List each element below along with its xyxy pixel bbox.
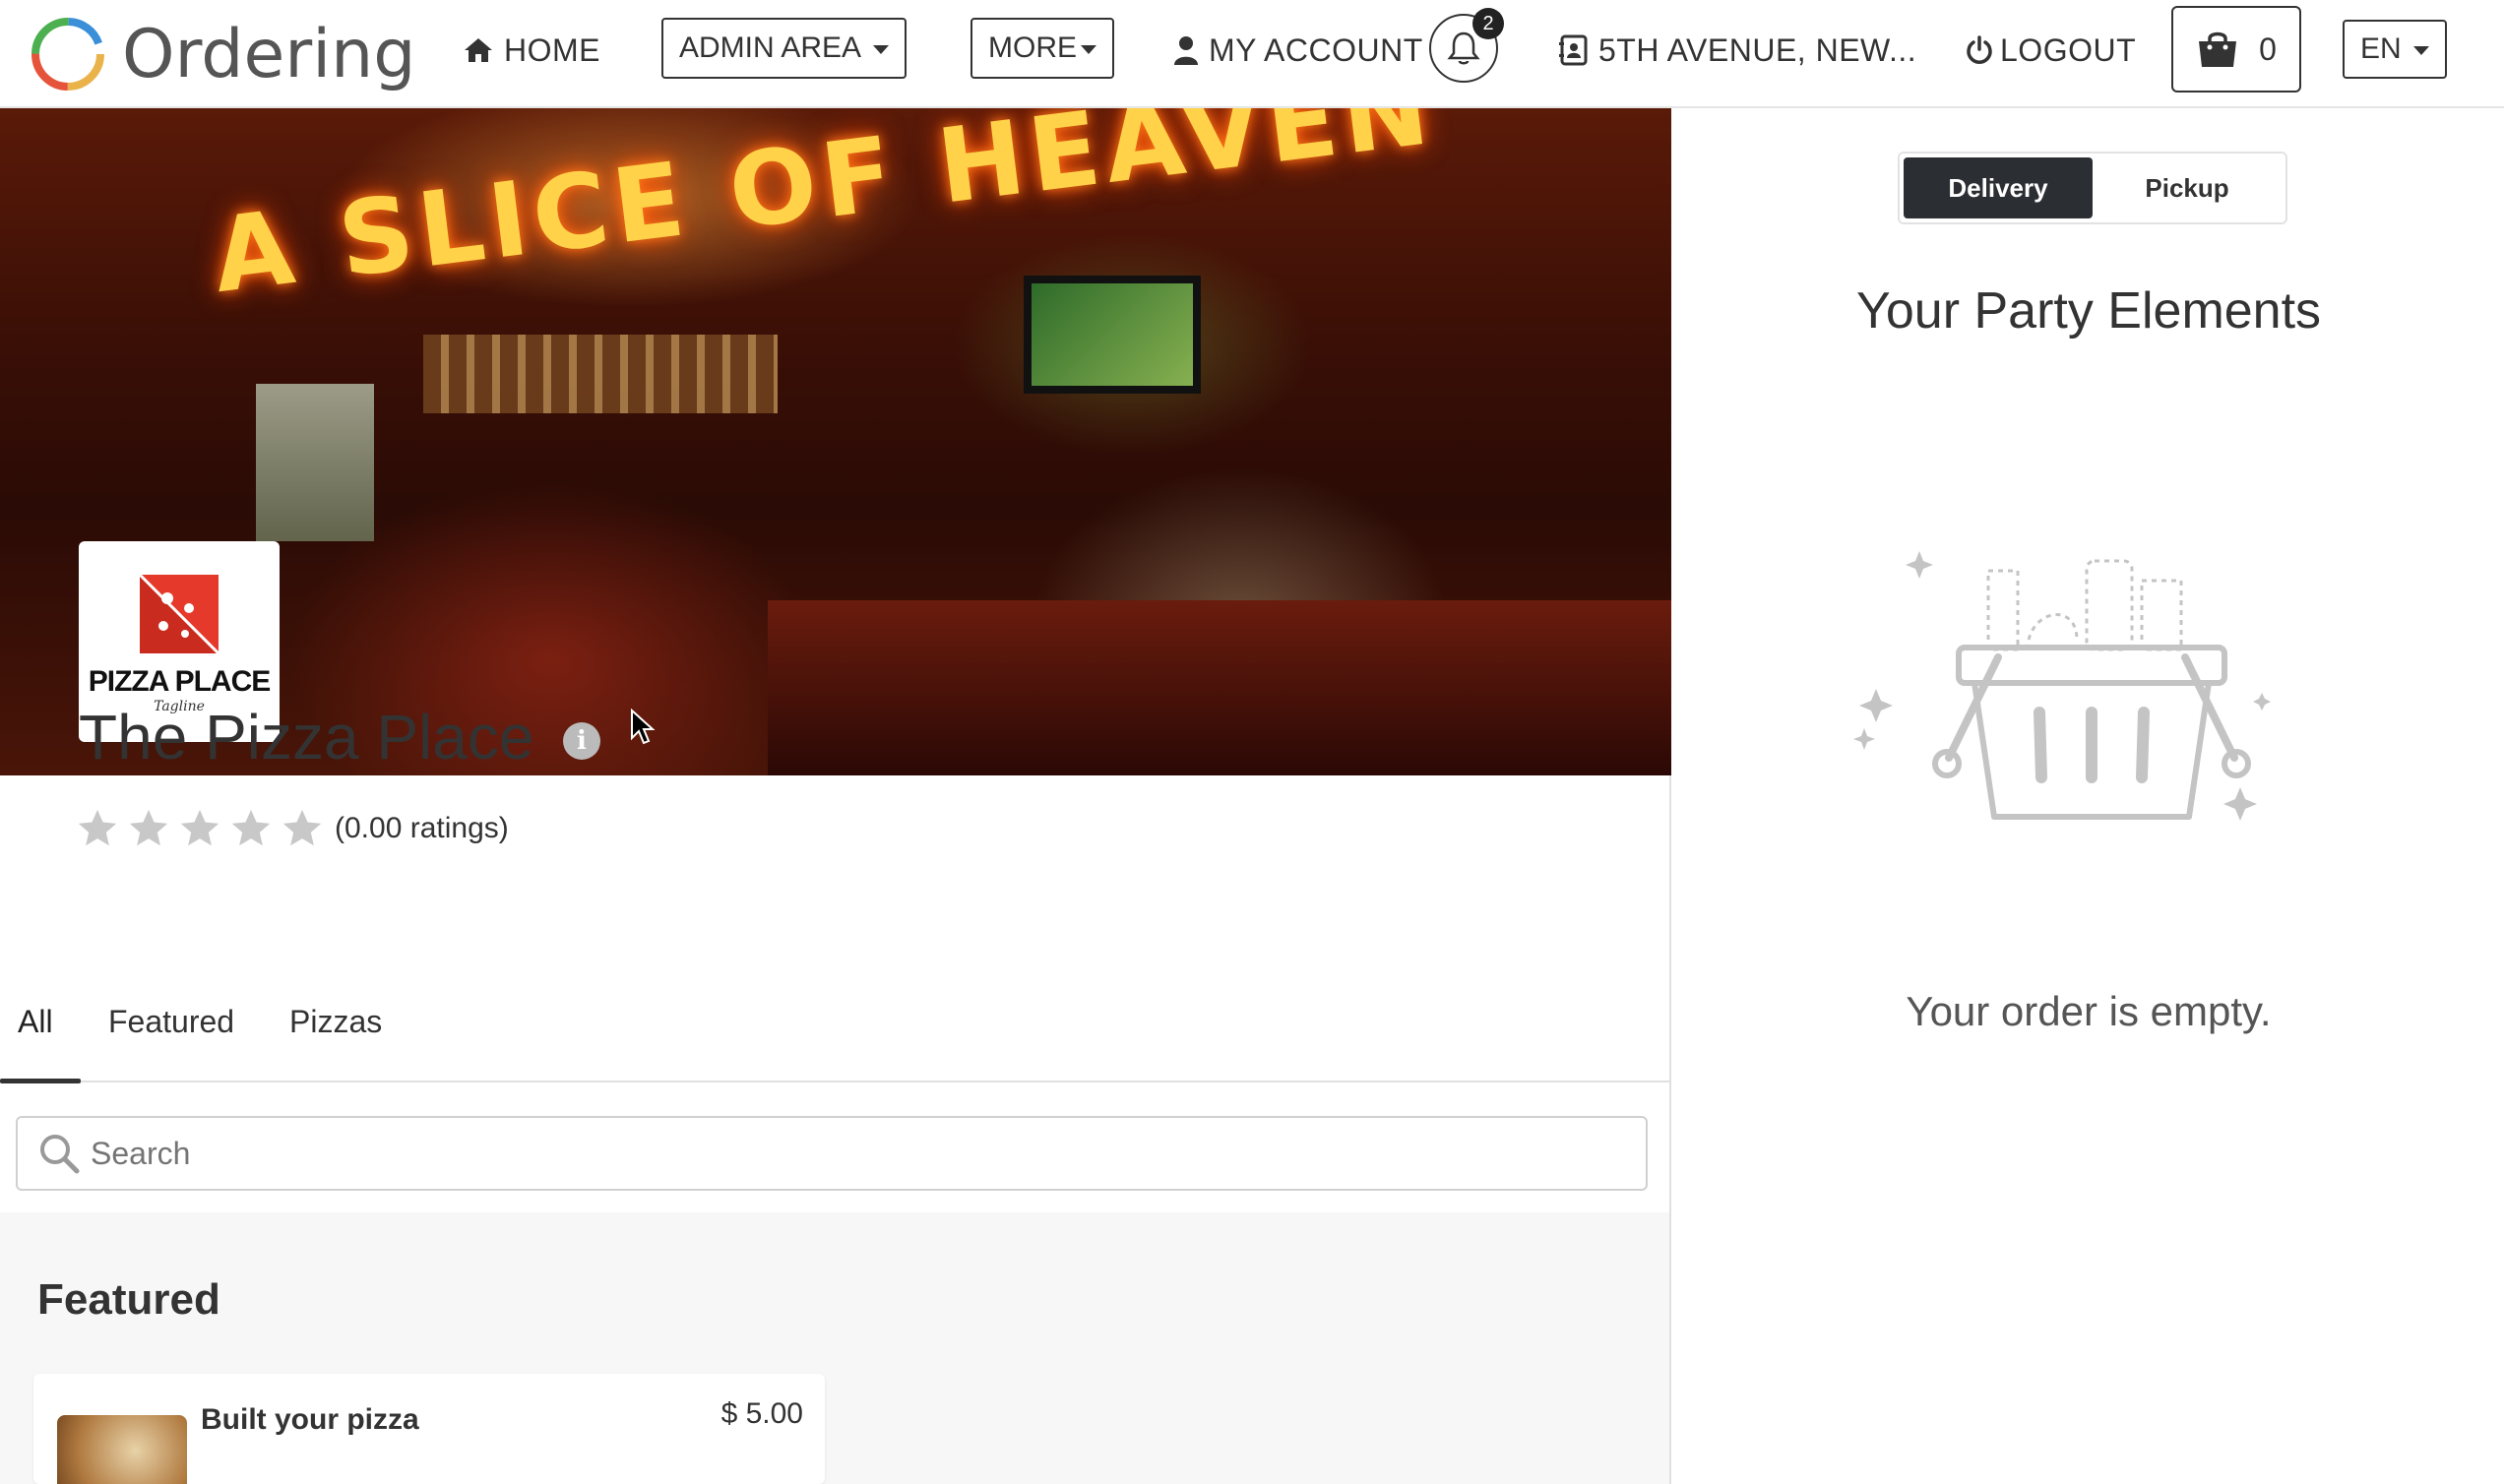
store-logo-text: PIZZA PLACE xyxy=(88,665,272,698)
info-icon[interactable]: i xyxy=(563,722,600,760)
store-content: A SLICE OF HEAVEN PIZZA PLACE Tagline Th… xyxy=(0,108,1671,1484)
tab-pizzas[interactable]: Pizzas xyxy=(289,1004,382,1071)
store-rating: (0.00 ratings) xyxy=(75,805,509,852)
product-search[interactable] xyxy=(16,1116,1648,1191)
product-card[interactable]: Built your pizza $ 5.00 xyxy=(33,1374,825,1484)
notifications-badge: 2 xyxy=(1472,8,1504,39)
star-icon xyxy=(78,809,117,846)
ordering-logo-icon xyxy=(31,18,104,91)
search-icon xyxy=(28,1116,91,1191)
notifications-button[interactable]: 2 xyxy=(1429,8,1504,83)
delivery-option[interactable]: Delivery xyxy=(1904,157,2093,218)
address-book-icon xyxy=(1559,34,1588,66)
language-label: EN xyxy=(2360,32,2402,65)
star-icon xyxy=(129,809,168,846)
cart-panel: Delivery Pickup Your Party Elements Your… xyxy=(1673,108,2504,1484)
order-type-toggle: Delivery Pickup xyxy=(1898,152,2287,224)
address-label: 5TH AVENUE, NEW... xyxy=(1598,31,1917,68)
brand[interactable]: Ordering xyxy=(28,10,415,98)
hero-window-decor xyxy=(256,384,374,541)
store-name: The Pizza Place xyxy=(79,702,534,773)
hero-tv-decor xyxy=(1024,276,1201,394)
user-icon xyxy=(1174,36,1198,65)
nav-home-link[interactable]: HOME xyxy=(463,20,600,81)
rating-stars xyxy=(75,806,331,851)
bell-icon xyxy=(1447,31,1480,65)
more-label: MORE xyxy=(988,31,1077,64)
tab-featured[interactable]: Featured xyxy=(108,1004,234,1071)
chevron-down-icon xyxy=(2412,45,2429,55)
chevron-down-icon xyxy=(1081,44,1096,54)
active-tab-indicator xyxy=(0,1079,81,1083)
hero-shelf-decor xyxy=(423,335,778,413)
cart-count: 0 xyxy=(2259,31,2277,67)
product-name: Built your pizza xyxy=(201,1403,419,1436)
category-tabs: All Featured Pizzas xyxy=(0,984,1671,1082)
cart-title: Your Party Elements xyxy=(1855,282,2322,340)
star-icon xyxy=(180,809,219,846)
logout-label: LOGOUT xyxy=(2000,31,2137,68)
address-selector[interactable]: 5TH AVENUE, NEW... xyxy=(1559,20,1916,81)
product-image xyxy=(57,1415,187,1484)
hero-bar-decor xyxy=(768,600,1671,775)
hero-neon-sign: A SLICE OF HEAVEN xyxy=(207,108,1441,317)
my-account-link[interactable]: MY ACCOUNT xyxy=(1173,20,1423,81)
empty-cart-message: Your order is empty. xyxy=(1906,988,2272,1034)
mouse-cursor-icon xyxy=(631,709,656,745)
empty-basket-illustration xyxy=(1853,551,2271,821)
top-navbar: Ordering HOME ADMIN AREA MORE MY ACCOUNT… xyxy=(0,0,2504,108)
store-header-image: A SLICE OF HEAVEN PIZZA PLACE Tagline xyxy=(0,108,1671,775)
product-price: $ 5.00 xyxy=(720,1397,803,1430)
admin-area-label: ADMIN AREA xyxy=(679,31,862,64)
star-icon xyxy=(231,809,271,846)
tab-all[interactable]: All xyxy=(18,1004,53,1071)
nav-home-label: HOME xyxy=(504,31,600,68)
home-icon xyxy=(465,38,492,62)
rating-text: (0.00 ratings) xyxy=(335,812,509,844)
pickup-option[interactable]: Pickup xyxy=(2093,157,2282,218)
cart-button[interactable]: 0 xyxy=(2171,6,2301,93)
brand-name: Ordering xyxy=(122,15,416,93)
pizza-slice-icon xyxy=(138,573,220,655)
more-dropdown[interactable]: MORE xyxy=(970,18,1114,79)
logout-link[interactable]: LOGOUT xyxy=(1965,20,2136,81)
shopping-bag-icon xyxy=(2199,31,2237,67)
language-dropdown[interactable]: EN xyxy=(2343,20,2447,79)
star-icon xyxy=(282,809,322,846)
featured-heading: Featured xyxy=(37,1275,220,1324)
my-account-label: MY ACCOUNT xyxy=(1209,31,1423,68)
power-icon xyxy=(1967,35,1992,64)
search-input[interactable] xyxy=(91,1124,1646,1183)
chevron-down-icon xyxy=(873,44,890,54)
admin-area-dropdown[interactable]: ADMIN AREA xyxy=(661,18,908,79)
